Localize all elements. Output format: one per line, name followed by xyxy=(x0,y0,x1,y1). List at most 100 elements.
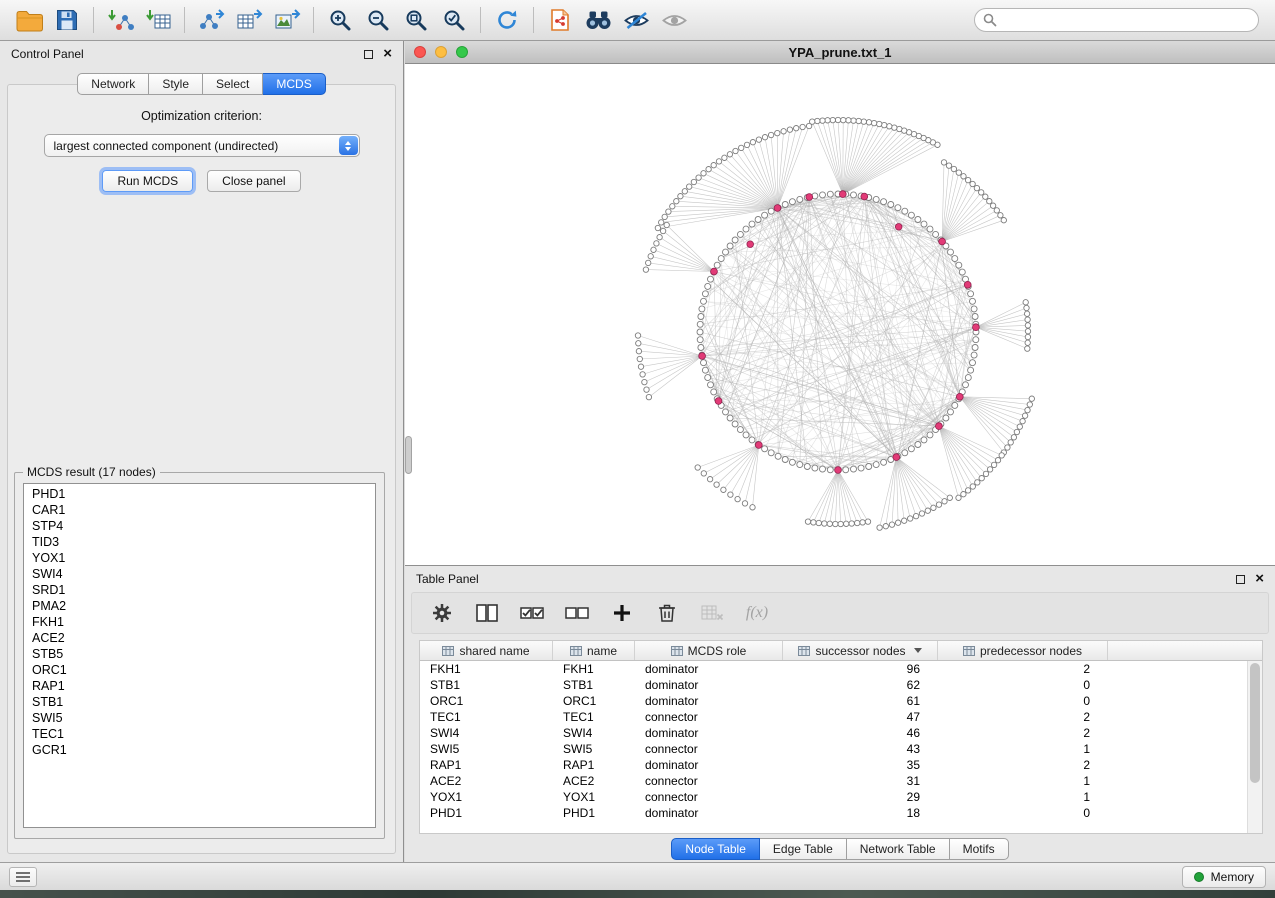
export-image-icon xyxy=(274,8,301,32)
column-header-mcds-role[interactable]: MCDS role xyxy=(635,641,783,660)
zoom-out-button[interactable] xyxy=(359,3,397,37)
table-row[interactable]: YOX1YOX1connector291 xyxy=(420,789,1247,805)
export-network-button[interactable] xyxy=(192,3,230,37)
column-type-icon xyxy=(798,646,810,656)
table-row[interactable]: TEC1TEC1connector472 xyxy=(420,709,1247,725)
mcds-result-item[interactable]: STP4 xyxy=(24,518,375,534)
float-table-panel-icon[interactable] xyxy=(1236,575,1245,584)
column-header-shared-name[interactable]: shared name xyxy=(420,641,553,660)
column-type-icon xyxy=(671,646,683,656)
close-panel-button[interactable]: Close panel xyxy=(207,170,300,192)
float-panel-icon[interactable] xyxy=(364,50,373,59)
table-row[interactable]: STB1STB1dominator620 xyxy=(420,677,1247,693)
save-session-button[interactable] xyxy=(48,3,86,37)
tab-mcds[interactable]: MCDS xyxy=(263,73,325,95)
import-network-icon xyxy=(107,8,134,32)
hide-selected-button[interactable] xyxy=(617,3,655,37)
save-icon xyxy=(56,9,78,31)
mcds-result-item[interactable]: STB1 xyxy=(24,694,375,710)
table-row[interactable]: ORC1ORC1dominator610 xyxy=(420,693,1247,709)
mcds-result-item[interactable]: YOX1 xyxy=(24,550,375,566)
toolbar-separator xyxy=(480,7,481,33)
close-table-panel-icon[interactable]: × xyxy=(1255,574,1264,584)
mcds-result-item[interactable]: ACE2 xyxy=(24,630,375,646)
import-network-button[interactable] xyxy=(101,3,139,37)
table-row[interactable]: PHD1PHD1dominator180 xyxy=(420,805,1247,821)
deselect-all-button[interactable] xyxy=(565,600,589,626)
mcds-result-item[interactable]: STB5 xyxy=(24,646,375,662)
share-document-button[interactable] xyxy=(541,3,579,37)
function-builder-button[interactable]: f(x) xyxy=(745,600,769,626)
main-toolbar xyxy=(0,0,1275,41)
toolbar-separator xyxy=(93,7,94,33)
tab-style[interactable]: Style xyxy=(149,73,203,95)
criterion-value: largest connected component (undirected) xyxy=(54,139,279,153)
zoom-in-button[interactable] xyxy=(321,3,359,37)
column-header-successor-nodes[interactable]: successor nodes xyxy=(783,641,938,660)
zoom-fit-button[interactable] xyxy=(397,3,435,37)
mcds-result-item[interactable]: SWI5 xyxy=(24,710,375,726)
mcds-result-item[interactable]: TEC1 xyxy=(24,726,375,742)
table-row[interactable]: ACE2ACE2connector311 xyxy=(420,773,1247,789)
mcds-result-item[interactable]: ORC1 xyxy=(24,662,375,678)
network-graph xyxy=(405,64,1275,565)
search-network-button[interactable] xyxy=(579,3,617,37)
table-cell: ACE2 xyxy=(420,774,553,788)
table-row[interactable]: FKH1FKH1dominator962 xyxy=(420,661,1247,677)
table-toolbar: f(x) xyxy=(411,592,1269,634)
add-column-button[interactable] xyxy=(610,600,634,626)
table-row[interactable]: RAP1RAP1dominator352 xyxy=(420,757,1247,773)
column-header-name[interactable]: name xyxy=(553,641,635,660)
show-columns-button[interactable] xyxy=(475,600,499,626)
gear-icon xyxy=(432,603,452,623)
export-image-button[interactable] xyxy=(268,3,306,37)
tab-network[interactable]: Network xyxy=(77,73,149,95)
close-panel-icon[interactable]: × xyxy=(383,49,392,59)
apply-layout-button[interactable] xyxy=(488,3,526,37)
search-input[interactable] xyxy=(974,8,1259,32)
table-delete-icon xyxy=(701,605,724,621)
table-cell: 62 xyxy=(783,678,938,692)
mcds-result-item[interactable]: PHD1 xyxy=(24,486,375,502)
tab-node-table[interactable]: Node Table xyxy=(671,838,760,860)
tab-network-table[interactable]: Network Table xyxy=(847,838,950,860)
mcds-result-item[interactable]: SRD1 xyxy=(24,582,375,598)
mcds-result-item[interactable]: PMA2 xyxy=(24,598,375,614)
mcds-result-item[interactable]: FKH1 xyxy=(24,614,375,630)
export-table-button[interactable] xyxy=(230,3,268,37)
table-scrollbar-thumb[interactable] xyxy=(1250,663,1260,783)
open-session-button[interactable] xyxy=(10,3,48,37)
tab-edge-table[interactable]: Edge Table xyxy=(760,838,847,860)
run-mcds-button[interactable]: Run MCDS xyxy=(102,170,193,192)
table-cell: TEC1 xyxy=(420,710,553,724)
delete-column-button[interactable] xyxy=(655,600,679,626)
zoom-selected-button[interactable] xyxy=(435,3,473,37)
import-table-button[interactable] xyxy=(139,3,177,37)
table-cell: SWI4 xyxy=(420,726,553,740)
mcds-result-item[interactable]: TID3 xyxy=(24,534,375,550)
memory-button[interactable]: Memory xyxy=(1182,866,1266,888)
mcds-result-item[interactable]: SWI4 xyxy=(24,566,375,582)
network-canvas[interactable] xyxy=(405,64,1275,565)
select-all-button[interactable] xyxy=(520,600,544,626)
tab-select[interactable]: Select xyxy=(203,73,263,95)
control-panel: Control Panel × Network Style Select MCD… xyxy=(0,41,404,862)
show-all-button[interactable] xyxy=(655,3,693,37)
mcds-result-item[interactable]: CAR1 xyxy=(24,502,375,518)
table-settings-button[interactable] xyxy=(430,600,454,626)
folder-icon xyxy=(16,9,43,32)
table-scrollbar[interactable] xyxy=(1247,661,1262,833)
table-cell: dominator xyxy=(635,758,783,772)
delete-table-button[interactable] xyxy=(700,600,724,626)
canvas-scrollbar-thumb[interactable] xyxy=(405,436,412,474)
table-row[interactable]: SWI5SWI5connector431 xyxy=(420,741,1247,757)
criterion-dropdown[interactable]: largest connected component (undirected) xyxy=(44,134,360,157)
export-table-icon xyxy=(236,8,263,32)
mcds-result-item[interactable]: RAP1 xyxy=(24,678,375,694)
tab-motifs[interactable]: Motifs xyxy=(950,838,1009,860)
table-row[interactable]: SWI4SWI4dominator462 xyxy=(420,725,1247,741)
mcds-result-item[interactable]: GCR1 xyxy=(24,742,375,758)
show-panels-button[interactable] xyxy=(9,867,37,887)
column-header-predecessor-nodes[interactable]: predecessor nodes xyxy=(938,641,1108,660)
list-icon xyxy=(15,871,31,883)
